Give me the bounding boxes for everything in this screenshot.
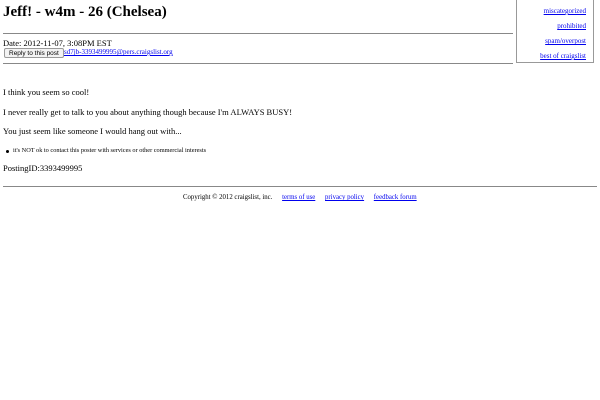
flag-best-of-link[interactable]: best of craigslist	[540, 52, 586, 60]
terms-of-use-link[interactable]: terms of use	[282, 194, 315, 201]
reply-button[interactable]: Reply to this post	[4, 48, 64, 58]
post-title: Jeff! - w4m - 26 (Chelsea)	[3, 4, 167, 20]
bullet-icon	[6, 150, 9, 153]
footer-divider	[3, 186, 597, 187]
reply-email-link[interactable]: sd7jb-3393499995@pers.craigslist.org	[64, 48, 173, 56]
post-body-line: I never really get to talk to you about …	[3, 107, 293, 117]
flag-prohibited-link[interactable]: prohibited	[557, 22, 586, 30]
feedback-forum-link[interactable]: feedback forum	[374, 194, 417, 201]
flag-box: miscategorized prohibited spam/overpost …	[516, 0, 594, 63]
footer: Copyright © 2012 craigslist, inc. terms …	[183, 194, 425, 201]
contact-notice: it's NOT ok to contact this poster with …	[13, 147, 207, 154]
body-divider	[3, 63, 513, 64]
header-divider	[3, 33, 513, 34]
post-body-line: I think you seem so cool!	[3, 87, 90, 97]
post-date: Date: 2012-11-07, 3:08PM EST	[3, 38, 112, 48]
flag-miscategorized-link[interactable]: miscategorized	[544, 7, 586, 15]
posting-id: PostingID:3393499995	[3, 163, 83, 173]
copyright-text: Copyright © 2012 craigslist, inc.	[183, 194, 273, 201]
flag-spam-link[interactable]: spam/overpost	[545, 37, 586, 45]
post-body-line: You just seem like someone I would hang …	[3, 126, 182, 136]
privacy-policy-link[interactable]: privacy policy	[325, 194, 364, 201]
